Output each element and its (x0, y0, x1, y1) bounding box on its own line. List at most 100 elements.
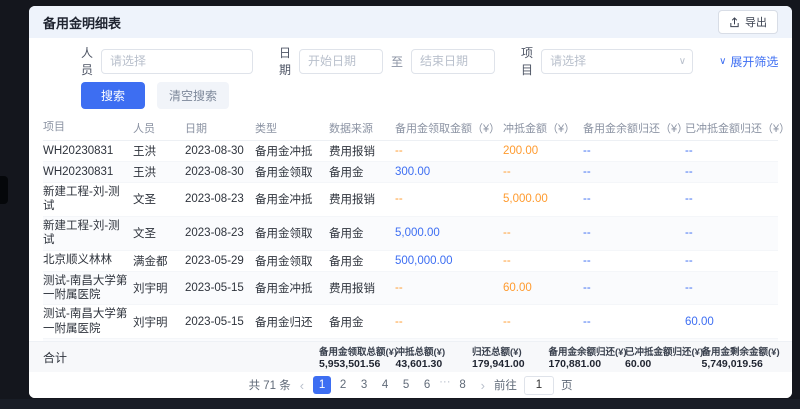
cell-balance-return: -- (583, 282, 685, 294)
cell-project: 新建工程-刘-测试 (43, 219, 133, 248)
col-offset: 冲抵金额（¥） (503, 120, 583, 136)
cell-offset-return: -- (685, 227, 778, 239)
project-filter-group: 项目 ∨ (521, 44, 693, 78)
cell-person: 王洪 (133, 164, 185, 180)
summary-item: 冲抵总额(¥)43,601.30 (396, 344, 473, 370)
cell-offset: 60.00 (503, 282, 583, 294)
date-start-input[interactable] (299, 49, 383, 74)
summary-item: 备用金剩余金额(¥)5,749,019.56 (702, 344, 779, 370)
cell-project: 测试-南昌大学第一附属医院 (43, 307, 133, 336)
titlebar: 备用金明细表 导出 (29, 6, 792, 38)
col-amount: 备用金领取金额（¥） (395, 120, 503, 136)
table-row: WH20230831王洪2023-08-30备用金领取备用金300.00----… (43, 162, 778, 183)
chevron-down-icon: ∨ (719, 56, 726, 67)
table-row: 新建工程-刘-测试文圣2023-08-23备用金领取备用金5,000.00---… (43, 217, 778, 251)
cell-offset-return: -- (685, 282, 778, 294)
cell-balance-return: -- (583, 227, 685, 239)
table-header: 项目人员日期类型数据来源备用金领取金额（¥）冲抵金额（¥）备用金余额归还（¥）已… (43, 115, 778, 141)
table-row: WH20230831王洪2023-08-30备用金冲抵费用报销--200.00-… (43, 141, 778, 162)
cell-person: 文圣 (133, 225, 185, 241)
cell-source: 费用报销 (329, 191, 395, 207)
col-offset-return: 已冲抵金额归还（¥） (685, 120, 787, 136)
page-number-6[interactable]: 6 (418, 376, 436, 394)
page-number-1[interactable]: 1 (313, 376, 331, 394)
project-filter-select[interactable]: ∨ (541, 49, 693, 74)
cell-type: 备用金领取 (255, 225, 329, 241)
cell-type: 备用金冲抵 (255, 280, 329, 296)
cell-type: 备用金冲抵 (255, 143, 329, 159)
cell-source: 备用金 (329, 164, 395, 180)
col-person: 人员 (133, 120, 185, 136)
person-filter-group: 人员 (81, 44, 253, 78)
summary-item-value: 60.00 (625, 358, 702, 370)
cell-offset: -- (503, 255, 583, 267)
page-number-4[interactable]: 4 (376, 376, 394, 394)
cell-project: 测试-南昌大学第一附属医院 (43, 274, 133, 303)
table-body: WH20230831王洪2023-08-30备用金冲抵费用报销--200.00-… (43, 141, 778, 341)
summary-item-value: 179,941.00 (472, 358, 549, 370)
summary-item-label: 备用金余额归还(¥) (549, 344, 626, 358)
project-filter-input[interactable] (541, 49, 693, 74)
cell-balance-return: -- (583, 145, 685, 157)
expand-filter-link[interactable]: ∨ 展开筛选 (719, 53, 778, 70)
action-row: 搜索 清空搜索 (29, 80, 792, 115)
cell-amount: 5,000.00 (395, 227, 503, 239)
cell-project: WH20230831 (43, 144, 133, 158)
cell-offset-return: -- (685, 145, 778, 157)
cell-project: 新建工程-刘-测试 (43, 185, 133, 214)
prev-page-icon[interactable]: ‹ (298, 378, 306, 393)
side-drawer-handle[interactable] (0, 176, 8, 204)
search-button[interactable]: 搜索 (81, 82, 145, 109)
export-button[interactable]: 导出 (718, 10, 778, 34)
cell-person: 文圣 (133, 191, 185, 207)
cell-date: 2023-05-15 (185, 316, 255, 328)
person-filter-input[interactable] (101, 49, 253, 74)
summary-item-label: 冲抵总额(¥) (396, 344, 473, 358)
pagination-bar: 共 71 条 ‹ 123456···8 › 前往 页 (29, 372, 792, 398)
cell-source: 费用报销 (329, 143, 395, 159)
page-number-8[interactable]: 8 (454, 376, 472, 394)
summary-item-label: 归还总额(¥) (472, 344, 549, 358)
summary-item: 归还总额(¥)179,941.00 (472, 344, 549, 370)
cell-person: 刘宇明 (133, 314, 185, 330)
cell-type: 备用金领取 (255, 253, 329, 269)
cell-amount: 300.00 (395, 166, 503, 178)
date-filter-group: 日期 至 (279, 44, 495, 78)
cell-date: 2023-08-30 (185, 145, 255, 157)
summary-item: 已冲抵金额归还(¥)60.00 (625, 344, 702, 370)
table-row: 新建工程-刘-测试文圣2023-08-23备用金冲抵费用报销--5,000.00… (43, 183, 778, 217)
page-number-2[interactable]: 2 (334, 376, 352, 394)
cell-person: 王洪 (133, 143, 185, 159)
cell-source: 备用金 (329, 225, 395, 241)
table-row: 测试-南昌大学第一附属医院刘宇明2023-05-15备用金归还备用金------… (43, 305, 778, 339)
petty-cash-detail-panel: 备用金明细表 导出 人员 日期 至 项目 ∨ ∨ 展开筛 (29, 6, 792, 398)
goto-suffix: 页 (561, 377, 573, 393)
expand-filter-label: 展开筛选 (730, 53, 778, 70)
cell-offset-return: -- (685, 193, 778, 205)
col-balance-return: 备用金余额归还（¥） (583, 120, 685, 136)
next-page-icon[interactable]: › (479, 378, 487, 393)
cell-source: 备用金 (329, 314, 395, 330)
date-to-label: 至 (391, 53, 403, 70)
cell-amount: -- (395, 193, 503, 205)
cell-balance-return: -- (583, 316, 685, 328)
cell-amount: -- (395, 282, 503, 294)
cell-project: 北京顺义林林 (43, 253, 133, 267)
date-end-input[interactable] (411, 49, 495, 74)
cell-date: 2023-08-23 (185, 227, 255, 239)
summary-total-label: 合计 (43, 349, 319, 366)
cell-offset: -- (503, 166, 583, 178)
cell-offset-return: 60.00 (685, 316, 778, 328)
cell-balance-return: -- (583, 193, 685, 205)
goto-page-input[interactable] (524, 376, 554, 395)
project-filter-label: 项目 (521, 44, 533, 78)
clear-search-button[interactable]: 清空搜索 (157, 82, 229, 109)
cell-offset: 5,000.00 (503, 193, 583, 205)
cell-type: 备用金领取 (255, 164, 329, 180)
cell-amount: 500,000.00 (395, 255, 503, 267)
export-icon (729, 17, 740, 28)
page-number-3[interactable]: 3 (355, 376, 373, 394)
cell-offset: -- (503, 227, 583, 239)
page-title: 备用金明细表 (43, 13, 121, 32)
page-number-5[interactable]: 5 (397, 376, 415, 394)
